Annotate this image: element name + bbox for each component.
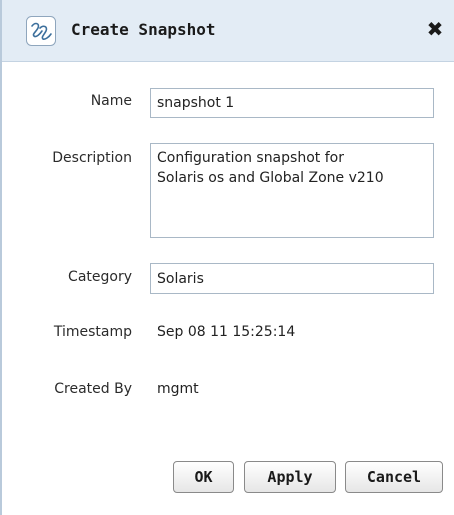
- description-field[interactable]: Configuration snapshot for Solaris os an…: [150, 143, 434, 238]
- category-field[interactable]: [150, 263, 434, 294]
- name-field[interactable]: [150, 88, 434, 118]
- cancel-button[interactable]: Cancel: [345, 461, 443, 493]
- dialog-title: Create Snapshot: [71, 20, 216, 39]
- create-snapshot-dialog: Create Snapshot ✖ Name Description Confi…: [0, 0, 454, 515]
- ok-button[interactable]: OK: [173, 461, 234, 493]
- apply-button[interactable]: Apply: [244, 461, 336, 493]
- close-icon[interactable]: ✖: [422, 15, 448, 43]
- name-label: Name: [90, 93, 132, 109]
- timestamp-label: Timestamp: [53, 324, 132, 340]
- category-label: Category: [68, 269, 132, 285]
- created-by-value: mgmt: [157, 381, 199, 397]
- app-logo-icon: [26, 16, 56, 46]
- timestamp-value: Sep 08 11 15:25:14: [157, 324, 296, 340]
- created-by-label: Created By: [54, 381, 132, 397]
- description-label: Description: [52, 150, 132, 166]
- dialog-titlebar: Create Snapshot ✖: [2, 0, 454, 62]
